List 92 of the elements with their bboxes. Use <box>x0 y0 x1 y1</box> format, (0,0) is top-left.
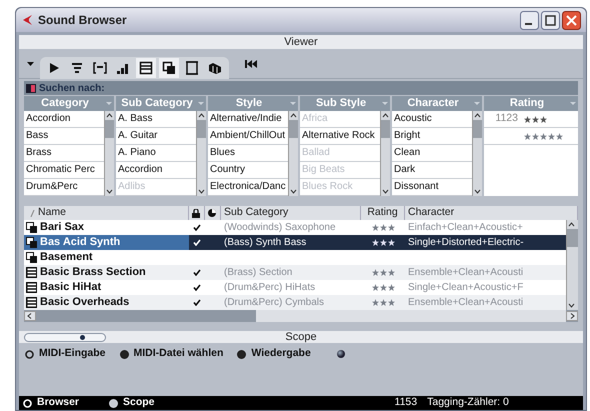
lines-icon <box>70 60 84 74</box>
scroll-thumb[interactable] <box>381 120 390 138</box>
scroll-thumb[interactable] <box>473 120 482 138</box>
preset-icon <box>26 252 37 263</box>
vertical-scrollbar[interactable] <box>196 111 206 196</box>
indicator-light-icon <box>336 350 345 358</box>
scroll-up-icon[interactable] <box>105 111 114 120</box>
horizontal-scrollbar[interactable] <box>24 310 578 322</box>
list-icon <box>26 297 37 308</box>
character-text: Single+Distorted+Electric- <box>407 236 525 250</box>
scroll-thumb[interactable] <box>256 310 566 322</box>
column-header-label: Name <box>38 205 66 220</box>
mode-label[interactable]: Browser <box>37 395 80 411</box>
toolbar-button[interactable] <box>159 58 179 78</box>
bracket-icon <box>93 60 107 74</box>
option-label[interactable]: Wiedergabe <box>251 346 311 362</box>
preset-icon <box>26 222 37 233</box>
list-icon <box>26 282 37 293</box>
tagging-counter: Tagging-Zähler: 0 <box>427 395 509 410</box>
scroll-down-icon[interactable] <box>105 187 114 196</box>
slider-thumb[interactable] <box>80 334 86 340</box>
character-text: Einfach+Clean+Acoustic+ <box>407 221 524 235</box>
radio-button[interactable] <box>109 398 118 408</box>
scroll-thumb[interactable] <box>105 120 114 138</box>
radio-button[interactable] <box>120 350 129 358</box>
scroll-thumb[interactable] <box>197 120 206 138</box>
vertical-scrollbar[interactable] <box>472 111 482 196</box>
scroll-up-icon[interactable] <box>473 111 482 120</box>
scroll-down-icon[interactable] <box>197 187 206 196</box>
scroll-down-icon[interactable] <box>381 187 390 196</box>
preset-name: Bari Sax <box>40 220 84 236</box>
scroll-right-icon[interactable] <box>566 311 578 321</box>
option-label[interactable]: MIDI-Eingabe <box>39 346 106 362</box>
film-icon <box>185 60 199 74</box>
minimize-button[interactable] <box>520 10 539 30</box>
preset-name: Basic HiHat <box>40 280 102 296</box>
scroll-thumb[interactable] <box>567 229 578 247</box>
radio-button[interactable] <box>237 350 246 358</box>
scroll-up-icon[interactable] <box>197 111 206 120</box>
result-row[interactable]: Basic Overheads (Drum&Perc) Cymbals Ensemble+Clean+Acousti <box>24 295 566 310</box>
scroll-down-icon[interactable] <box>473 187 482 196</box>
result-row[interactable]: Bas Acid Synth (Bass) Synth Bass Single+Distorted+Electric- <box>24 235 566 250</box>
scroll-thumb[interactable] <box>289 120 298 138</box>
scroll-up-icon[interactable] <box>289 111 298 120</box>
close-button[interactable] <box>562 10 581 30</box>
scroll-up-icon[interactable] <box>381 111 390 120</box>
maximize-button[interactable] <box>541 10 560 30</box>
pie-icon <box>208 209 216 217</box>
window-title: Sound Browser <box>38 12 127 29</box>
vertical-scrollbar[interactable] <box>380 111 390 196</box>
scroll-left-icon[interactable] <box>24 311 36 321</box>
preset-icon <box>26 237 37 248</box>
sort-icon[interactable] <box>30 210 35 216</box>
item-count: 1123 <box>494 111 518 126</box>
character-text: Single+Clean+Acoustic+F <box>407 281 524 295</box>
character-text: Ensemble+Clean+Acousti <box>407 266 524 280</box>
play-icon <box>47 60 61 74</box>
sub-category-text: (Woodwinds) Saxophone <box>223 221 337 235</box>
scroll-down-icon[interactable] <box>567 301 576 310</box>
scroll-up-icon[interactable] <box>567 220 576 229</box>
toolbar-button[interactable] <box>136 58 156 78</box>
vertical-scrollbar[interactable] <box>566 220 578 310</box>
result-row[interactable]: Basic Brass Section (Brass) Section Ensemble+Clean+Acousti <box>24 265 566 280</box>
mode-label[interactable]: Scope <box>123 395 155 411</box>
rewind-icon[interactable] <box>245 60 257 68</box>
vertical-scrollbar[interactable] <box>288 111 298 196</box>
radio-button[interactable] <box>25 350 34 358</box>
preset-name: Basic Overheads <box>40 295 130 310</box>
section-title: Scope <box>285 330 317 345</box>
text-search-icon <box>26 84 36 92</box>
character-text: Ensemble+Clean+Acousti <box>407 296 524 310</box>
item-count: 1153 <box>394 395 418 410</box>
dropdown-arrow-icon[interactable] <box>27 62 34 66</box>
lock-icon <box>192 208 200 218</box>
preset-name: Basic Brass Section <box>40 265 146 280</box>
list-icon <box>26 267 37 278</box>
sub-category-text: (Drum&Perc) HiHats <box>223 281 316 295</box>
option-label[interactable]: MIDI-Datei wählen <box>134 346 224 362</box>
preset-icon <box>162 60 176 74</box>
vertical-scrollbar[interactable] <box>104 111 114 196</box>
section-title: Viewer <box>19 35 583 49</box>
sub-category-text: (Bass) Synth Bass <box>223 236 308 250</box>
scroll-down-icon[interactable] <box>289 187 298 196</box>
rating-filter-item[interactable]: 1123 <box>484 111 578 128</box>
search-label: Suchen nach: <box>39 82 105 96</box>
preset-name: Bas Acid Synth <box>40 235 120 250</box>
app-logo-icon <box>21 14 33 26</box>
sub-category-text: (Drum&Perc) Cymbals <box>223 296 326 310</box>
list-icon <box>139 60 153 74</box>
cubes-icon <box>208 60 222 74</box>
preset-name: Basement <box>40 250 93 266</box>
sub-category-text: (Brass) Section <box>223 266 294 280</box>
